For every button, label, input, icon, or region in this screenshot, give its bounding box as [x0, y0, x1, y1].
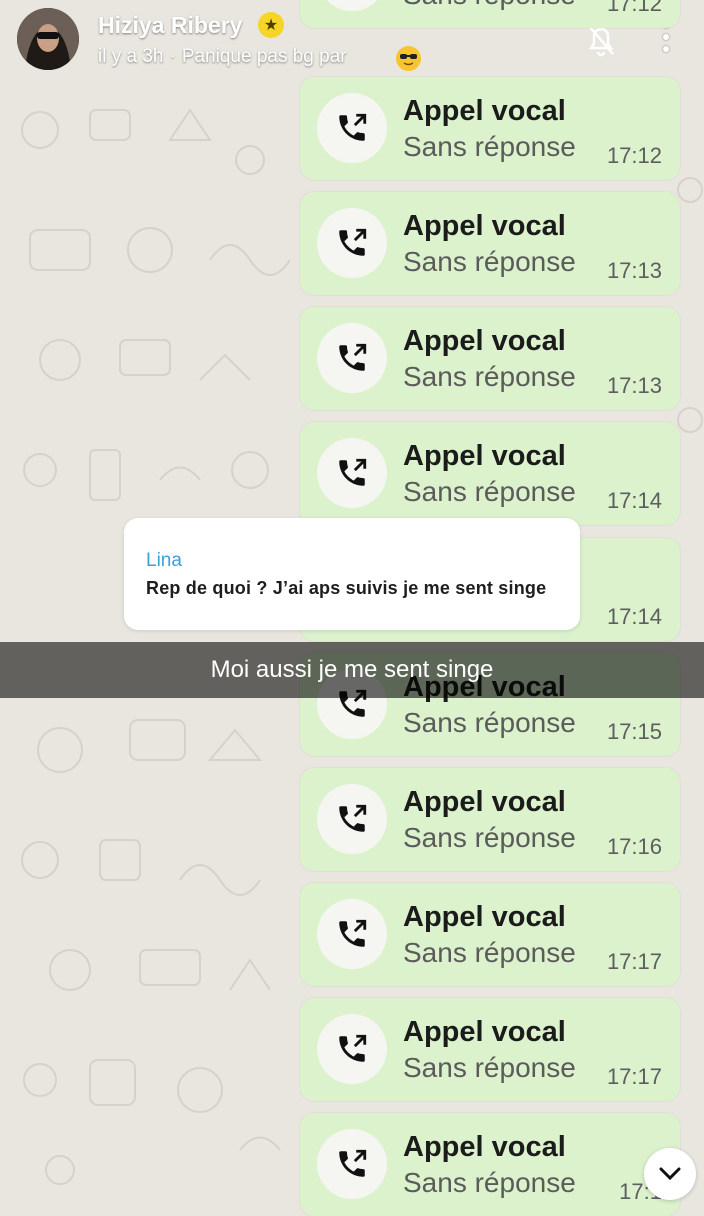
call-status: Sans réponse — [403, 131, 576, 162]
call-status: Sans réponse — [403, 1167, 576, 1198]
call-status: Sans réponse — [403, 822, 576, 853]
call-title: Appel vocal — [403, 325, 566, 357]
call-time: 17:13 — [606, 258, 662, 283]
separator-dot: · — [169, 46, 176, 67]
chevron-down-icon[interactable] — [644, 1148, 696, 1200]
outgoing-call-icon — [317, 0, 387, 11]
call-message-bubble[interactable]: Appel vocal Sans réponse 17:17 — [300, 998, 680, 1101]
call-time: 17:12 — [606, 0, 662, 16]
call-title: Appel vocal — [403, 786, 566, 818]
call-status: Sans réponse — [403, 476, 576, 507]
snap-caption-text: Moi aussi je me sent singe — [210, 656, 494, 683]
reply-sender-name: Lina — [146, 550, 182, 571]
call-time: 17:12 — [606, 143, 662, 168]
reply-message-text: Rep de quoi ? J’ai aps suivis je me sent… — [146, 578, 547, 598]
call-time: 17:15 — [606, 719, 662, 744]
outgoing-call-icon — [317, 899, 387, 969]
sunglasses-emoji-icon — [396, 46, 421, 71]
call-title: Appel vocal — [403, 95, 566, 127]
call-title: Appel vocal — [403, 901, 566, 933]
caption-preview: Panique pas bg par — [181, 46, 347, 67]
call-time: 17:17 — [606, 1064, 662, 1089]
outgoing-call-icon — [317, 93, 387, 163]
call-message-bubble[interactable]: Appel vocal Sans réponse 17:13 — [300, 307, 680, 410]
call-title: Appel vocal — [403, 440, 566, 472]
call-message-bubble[interactable]: Appel vocalSans réponse17:12 — [300, 0, 680, 28]
call-status: Sans réponse — [403, 937, 576, 968]
call-time: 17:13 — [606, 373, 662, 398]
call-message-bubble[interactable]: Appel vocal Sans réponse 17:17 — [300, 883, 680, 986]
call-time: 17:16 — [606, 834, 662, 859]
call-title: Appel vocal — [403, 1131, 566, 1163]
reply-card[interactable]: Lina Rep de quoi ? J’ai aps suivis je me… — [124, 518, 580, 630]
snap-caption-bar: Moi aussi je me sent singe — [0, 642, 704, 698]
call-title: Appel vocal — [403, 1016, 566, 1048]
username[interactable]: Hiziya Ribery — [98, 12, 242, 39]
call-status: Sans réponse — [403, 246, 576, 277]
outgoing-call-icon — [317, 438, 387, 508]
call-time: 17:14 — [606, 604, 662, 629]
story-meta: il y a 3h · Panique pas bg par — [98, 46, 347, 68]
call-time: 17:14 — [606, 488, 662, 513]
outgoing-call-icon — [317, 208, 387, 278]
call-message-bubble[interactable]: Appel vocal Sans réponse 17:12 — [300, 77, 680, 180]
profile-avatar[interactable] — [17, 8, 79, 70]
call-message-bubble[interactable]: Appel vocal Sans réponse 17:13 — [300, 192, 680, 295]
call-status: Sans réponse — [403, 1052, 576, 1083]
call-status: Sans réponse — [403, 0, 576, 11]
call-status: Sans réponse — [403, 707, 576, 738]
call-title: Appel vocal — [403, 210, 566, 242]
call-status: Sans réponse — [403, 361, 576, 392]
time-ago: il y a 3h — [98, 46, 164, 67]
call-message-bubble[interactable]: Appel vocal Sans réponse 17:1 — [300, 1113, 680, 1216]
star-badge-icon: ★ — [258, 12, 284, 38]
outgoing-call-icon — [317, 1129, 387, 1199]
outgoing-call-icon — [317, 784, 387, 854]
call-time: 17:17 — [606, 949, 662, 974]
outgoing-call-icon — [317, 323, 387, 393]
outgoing-call-icon — [317, 1014, 387, 1084]
call-message-bubble[interactable]: Appel vocal Sans réponse 17:14 — [300, 422, 680, 525]
call-message-bubble[interactable]: Appel vocal Sans réponse 17:16 — [300, 768, 680, 871]
